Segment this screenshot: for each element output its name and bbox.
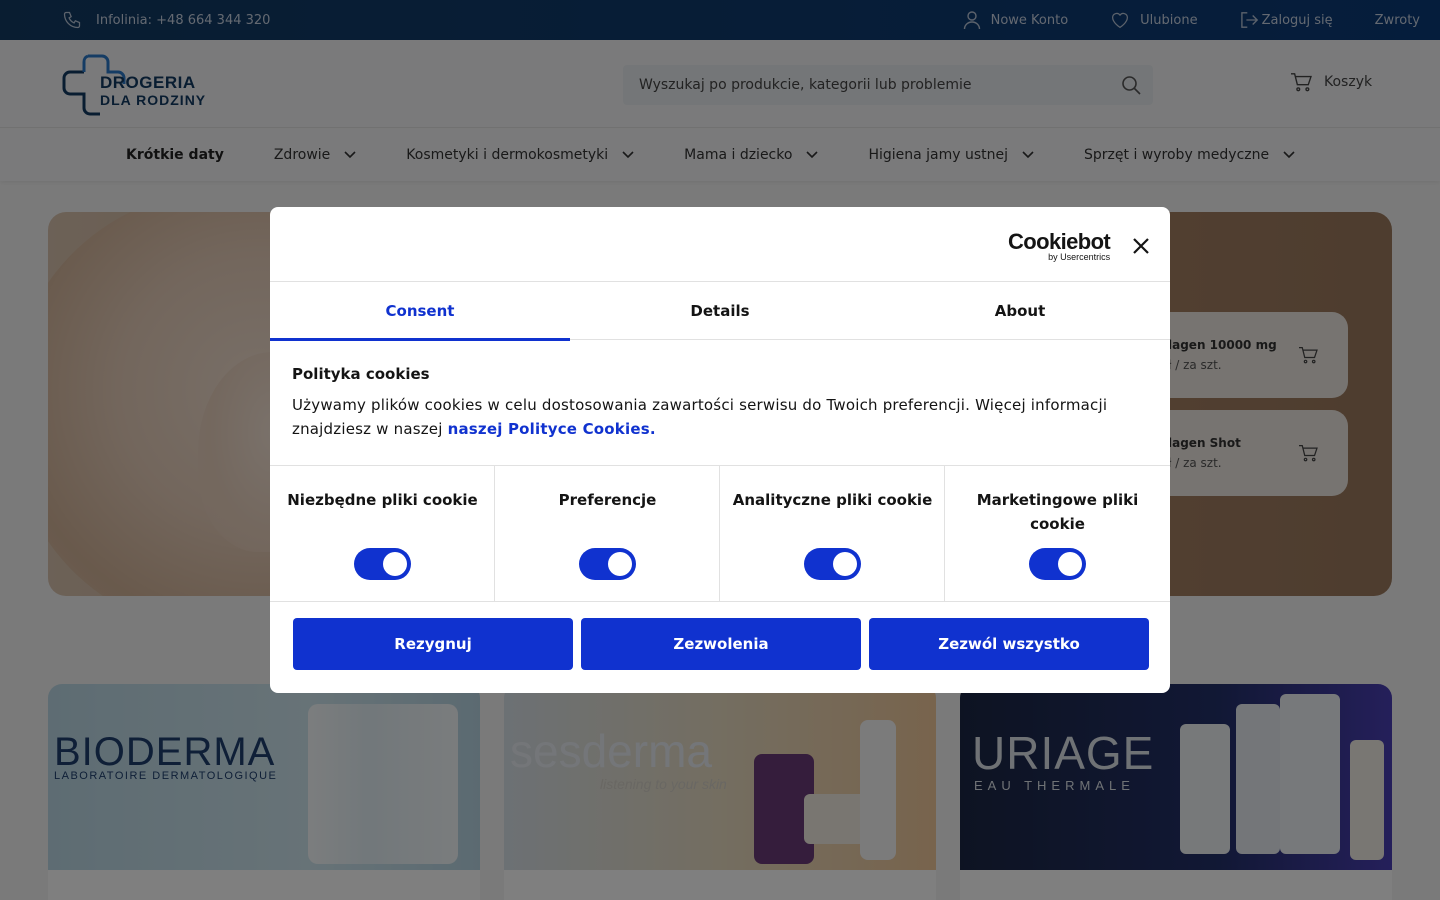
dialog-tabs: Consent Details About <box>270 282 1170 341</box>
toggle-knob <box>608 552 632 576</box>
toggle-label: Analityczne pliki cookie <box>732 491 933 509</box>
cookie-policy-link[interactable]: naszej Polityce Cookies. <box>448 420 656 438</box>
allow-selection-button[interactable]: Zezwolenia <box>581 618 861 670</box>
tab-about[interactable]: About <box>870 282 1170 340</box>
toggle-marketing: Marketingowe pliki cookie <box>945 466 1170 602</box>
dialog-actions: Rezygnuj Zezwolenia Zezwól wszystko <box>293 618 1149 670</box>
dialog-text: Używamy plików cookies w celu dostosowan… <box>292 393 1152 441</box>
toggle-switch-statistics[interactable] <box>804 548 861 580</box>
toggle-necessary: Niezbędne pliki cookie <box>270 466 495 602</box>
cookie-category-toggles: Niezbędne pliki cookie Preferencje Anali… <box>270 465 1170 602</box>
toggle-label: Preferencje <box>558 491 657 509</box>
decline-button[interactable]: Rezygnuj <box>293 618 573 670</box>
toggle-preferences: Preferencje <box>495 466 720 602</box>
toggle-switch-necessary[interactable] <box>354 548 411 580</box>
toggle-label: Niezbędne pliki cookie <box>287 491 478 509</box>
allow-all-button[interactable]: Zezwól wszystko <box>869 618 1149 670</box>
tab-consent[interactable]: Consent <box>270 282 570 341</box>
close-icon[interactable] <box>1132 237 1150 255</box>
toggle-knob <box>1058 552 1082 576</box>
toggle-knob <box>833 552 857 576</box>
tab-details[interactable]: Details <box>570 282 870 340</box>
cookie-consent-dialog: Cookiebot by Usercentrics Consent Detail… <box>270 207 1170 693</box>
toggle-switch-preferences[interactable] <box>579 548 636 580</box>
cookiebot-logo: Cookiebot by Usercentrics <box>1008 229 1111 262</box>
dialog-body: Polityka cookies Używamy plików cookies … <box>292 365 1152 441</box>
dialog-heading: Polityka cookies <box>292 365 430 383</box>
toggle-switch-marketing[interactable] <box>1029 548 1086 580</box>
dialog-header: Cookiebot by Usercentrics <box>270 207 1170 282</box>
toggle-statistics: Analityczne pliki cookie <box>720 466 945 602</box>
dialog-text-content: Używamy plików cookies w celu dostosowan… <box>292 396 1108 438</box>
toggle-knob <box>383 552 407 576</box>
toggle-label: Marketingowe pliki cookie <box>976 491 1139 533</box>
